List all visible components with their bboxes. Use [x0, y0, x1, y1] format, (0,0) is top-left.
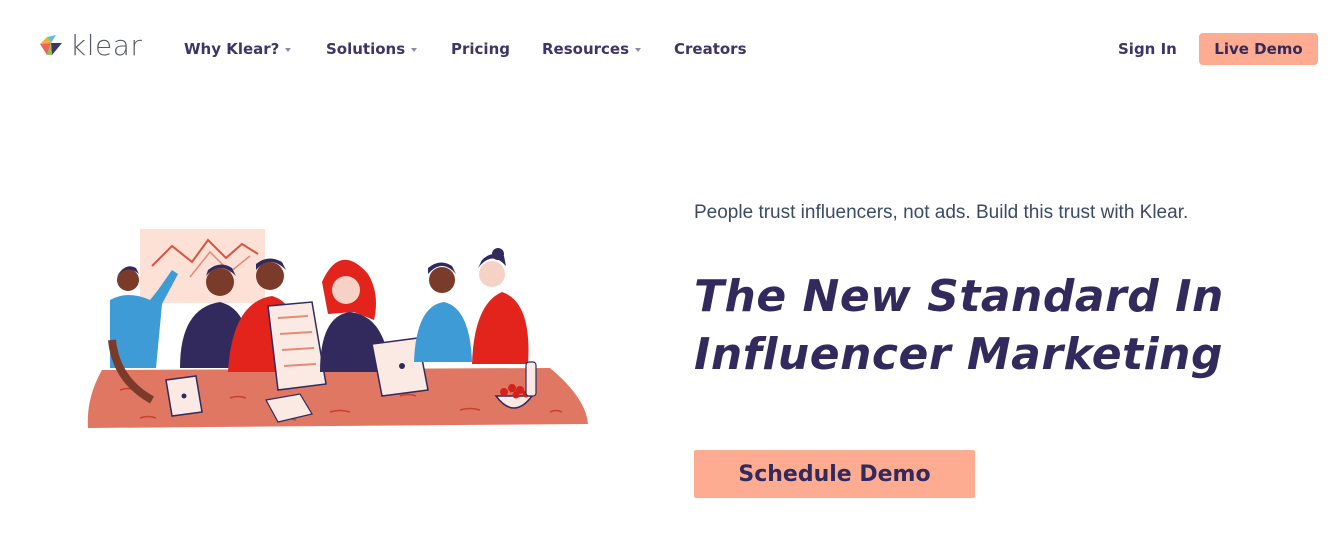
person-5-body	[414, 302, 472, 362]
menu-resources-label: Resources	[542, 40, 630, 58]
menu-solutions[interactable]: Solutions	[326, 40, 418, 58]
team-illustration	[87, 229, 589, 428]
menu-why-klear-label: Why Klear?	[184, 40, 280, 58]
caret-down-icon	[285, 47, 292, 52]
live-demo-button[interactable]: Live Demo	[1199, 33, 1318, 65]
menu-resources[interactable]: Resources	[542, 40, 642, 58]
headline-line-2: Influencer Marketing	[694, 329, 1223, 380]
person-5-head	[429, 267, 455, 293]
menu-creators[interactable]: Creators	[674, 40, 747, 58]
person-2-head	[206, 268, 234, 296]
menu-pricing[interactable]: Pricing	[451, 40, 510, 58]
hero-headline: The New Standard In Influencer Marketing	[694, 268, 1224, 384]
person-6-head	[479, 261, 505, 287]
hero-tagline: People trust influencers, not ads. Build…	[694, 202, 1189, 223]
paper-sheet	[267, 301, 327, 391]
caret-down-icon	[411, 47, 418, 52]
caret-down-icon	[635, 47, 642, 52]
menu-why-klear[interactable]: Why Klear?	[184, 40, 292, 58]
klear-logo-icon	[40, 35, 62, 55]
person-3-head	[256, 262, 284, 290]
menu-creators-label: Creators	[674, 40, 747, 58]
top-navigation: klear Why Klear? Solutions Pricing Resou…	[0, 0, 1338, 100]
bottle	[525, 361, 537, 397]
menu-solutions-label: Solutions	[326, 40, 406, 58]
klear-logo[interactable]: klear	[38, 32, 142, 60]
person-6-body	[472, 292, 529, 364]
brand-name: klear	[70, 29, 143, 62]
sign-in-link[interactable]: Sign In	[1118, 40, 1177, 58]
headline-line-1: The New Standard In	[694, 271, 1224, 322]
menu-pricing-label: Pricing	[451, 40, 510, 58]
person-4-head	[332, 276, 360, 304]
schedule-demo-button[interactable]: Schedule Demo	[694, 450, 975, 498]
